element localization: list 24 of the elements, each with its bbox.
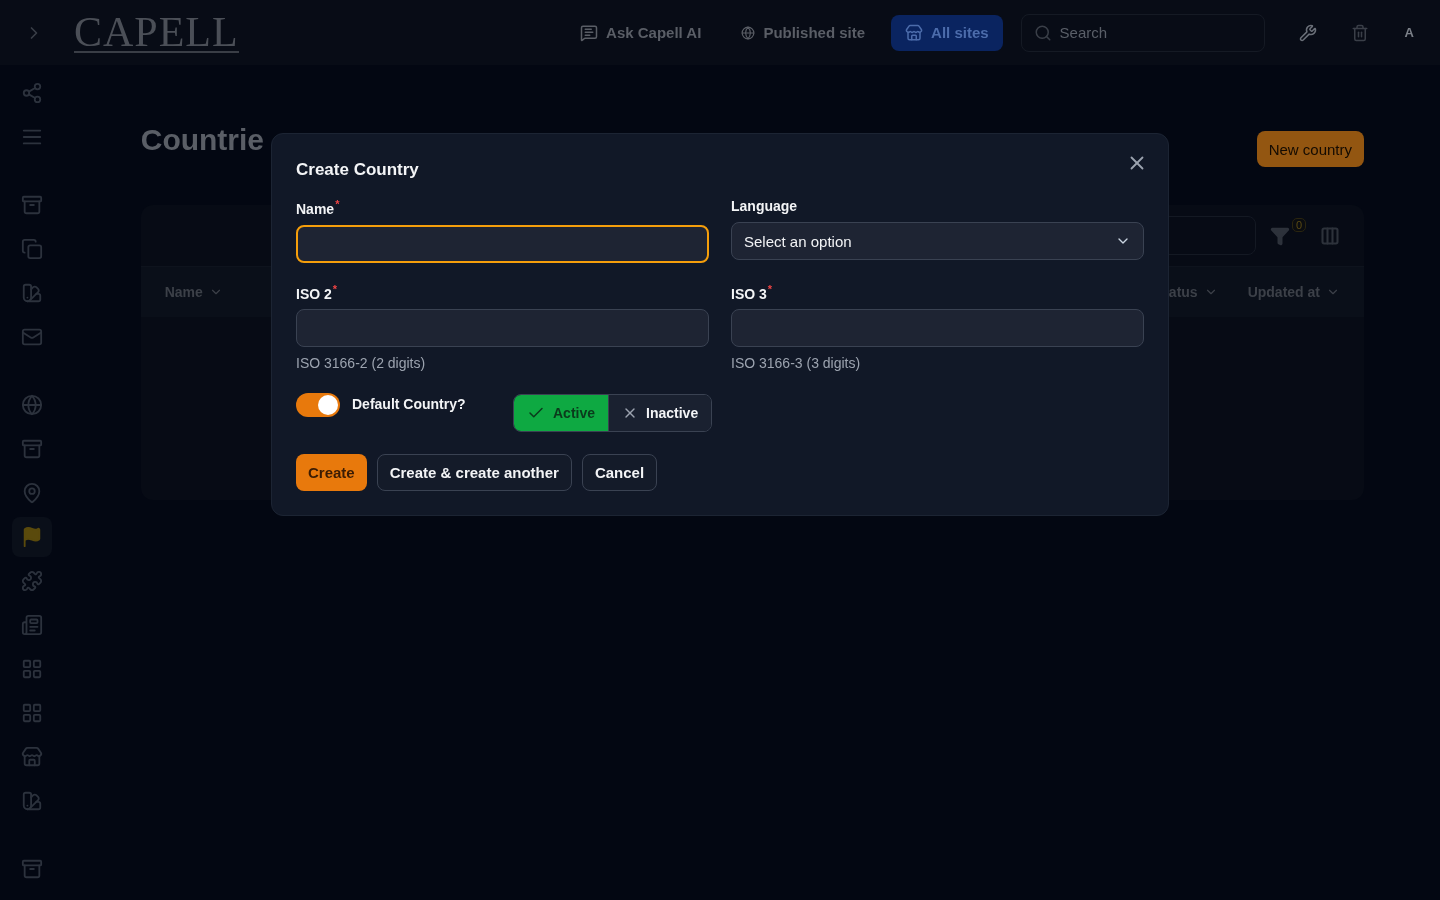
top-link[interactable]: Published site [727,14,880,51]
status-option[interactable]: Active [514,395,609,432]
field-hint: ISO 3166-2 (2 digits) [296,355,427,372]
toggle-label: Default Country? [352,396,467,413]
dialog-title: Create Country [296,160,419,180]
avatar[interactable]: A [1404,25,1414,40]
create-button[interactable]: Create [296,454,367,492]
field-label: ISO 2$^{*}$ [296,282,339,302]
field-label: ISO 3$^{*}$ [731,282,774,302]
field-label: Name$^{*}$ [296,198,341,217]
top-link[interactable]: Ask Capell AI [566,14,716,51]
search-field[interactable]: Search [1020,13,1265,52]
logo: CAPELL [74,12,239,53]
filter-count: 0 [1291,217,1306,232]
field-label: Language [731,198,799,214]
status-option[interactable]: Inactive [608,395,712,432]
secondary-button[interactable]: Cancel [581,454,658,492]
top-link[interactable]: All sites [891,14,1003,51]
new-button[interactable]: New country [1256,131,1364,167]
secondary-button[interactable]: Create & create another [376,454,572,492]
field-hint: ISO 3166-3 (3 digits) [731,355,862,372]
search-placeholder: Search [1059,24,1108,41]
language-select[interactable]: Select an option [731,222,1144,260]
page-title: Countrie [140,123,265,157]
